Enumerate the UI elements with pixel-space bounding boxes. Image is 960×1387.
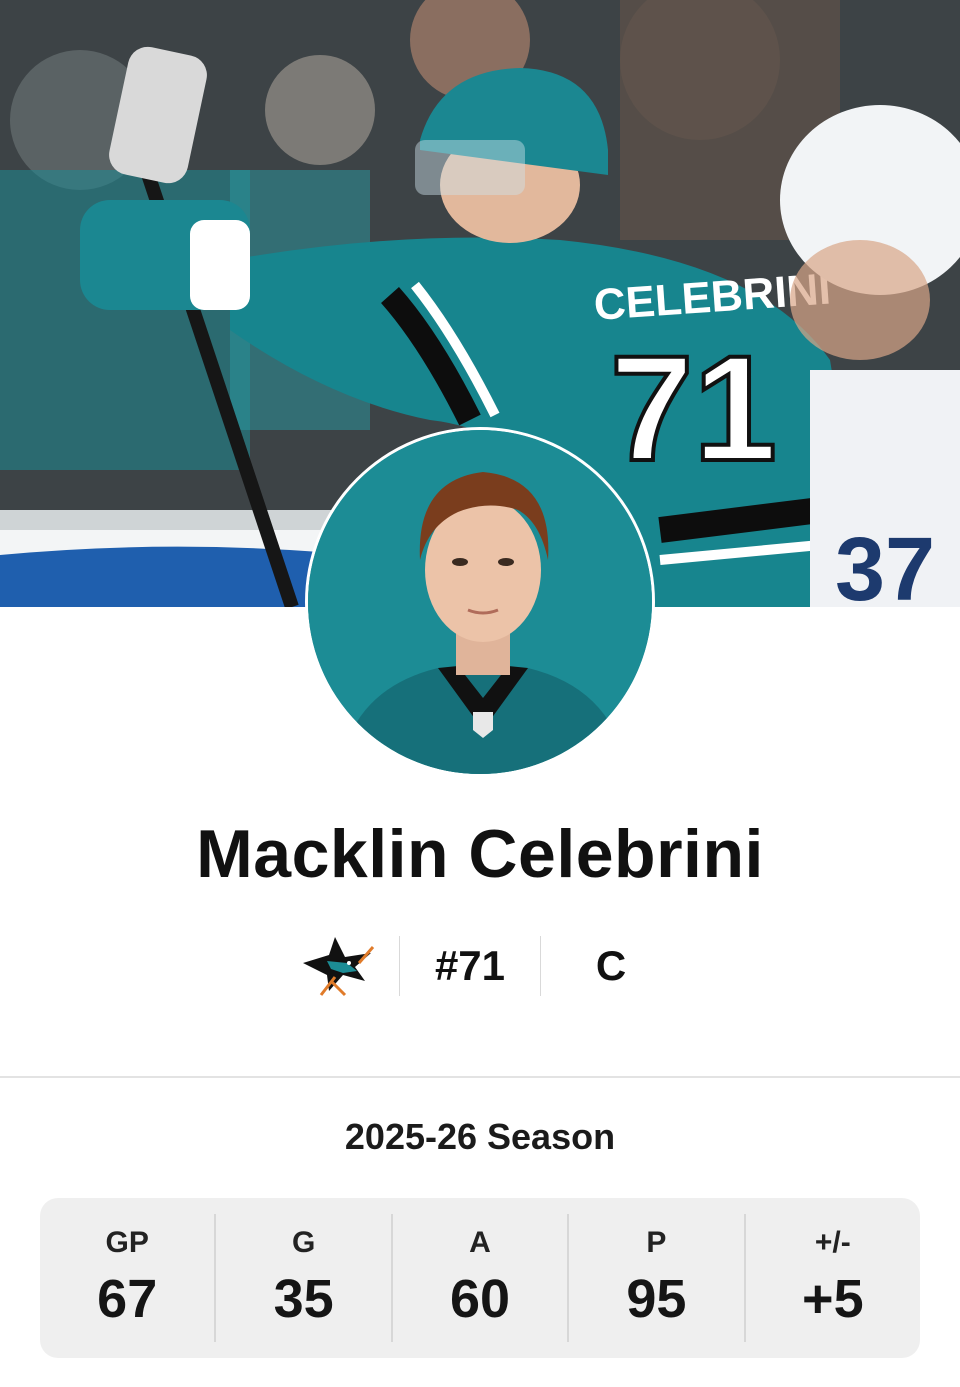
- stat-label: GP: [105, 1226, 149, 1259]
- stat-a: A 60: [393, 1214, 567, 1342]
- stat-value: 60: [449, 1269, 511, 1329]
- stat-label: +/-: [814, 1226, 851, 1259]
- player-meta-row: #71 C: [0, 935, 960, 997]
- sharks-logo-icon: [303, 937, 375, 997]
- stat-value: +5: [802, 1269, 864, 1329]
- season-title: 2025-26 Season: [344, 1116, 616, 1157]
- stat-value: 67: [97, 1269, 158, 1329]
- headshot-illustration: [308, 430, 652, 774]
- stat-label: A: [469, 1226, 491, 1259]
- stat-gp: GP 67: [40, 1214, 214, 1342]
- section-divider: [0, 1076, 960, 1078]
- stat-p: P 95: [569, 1214, 743, 1342]
- stat-g: G 35: [216, 1214, 390, 1342]
- jersey-number: #71: [434, 942, 506, 989]
- player-name: Macklin Celebrini: [196, 816, 764, 892]
- stat-value: 35: [273, 1269, 334, 1329]
- stat-label: G: [291, 1226, 316, 1259]
- stat-label: P: [646, 1226, 667, 1259]
- team-logo: [279, 935, 399, 997]
- season-stats-card: GP 67 G 35 A 60 P 95 +/- +5: [40, 1198, 920, 1358]
- player-avatar: [305, 427, 655, 777]
- stat-plus-minus: +/- +5: [746, 1214, 920, 1342]
- opponent-jersey-number: 37: [835, 520, 935, 607]
- stat-value: 95: [626, 1269, 687, 1329]
- player-position: C: [595, 942, 627, 989]
